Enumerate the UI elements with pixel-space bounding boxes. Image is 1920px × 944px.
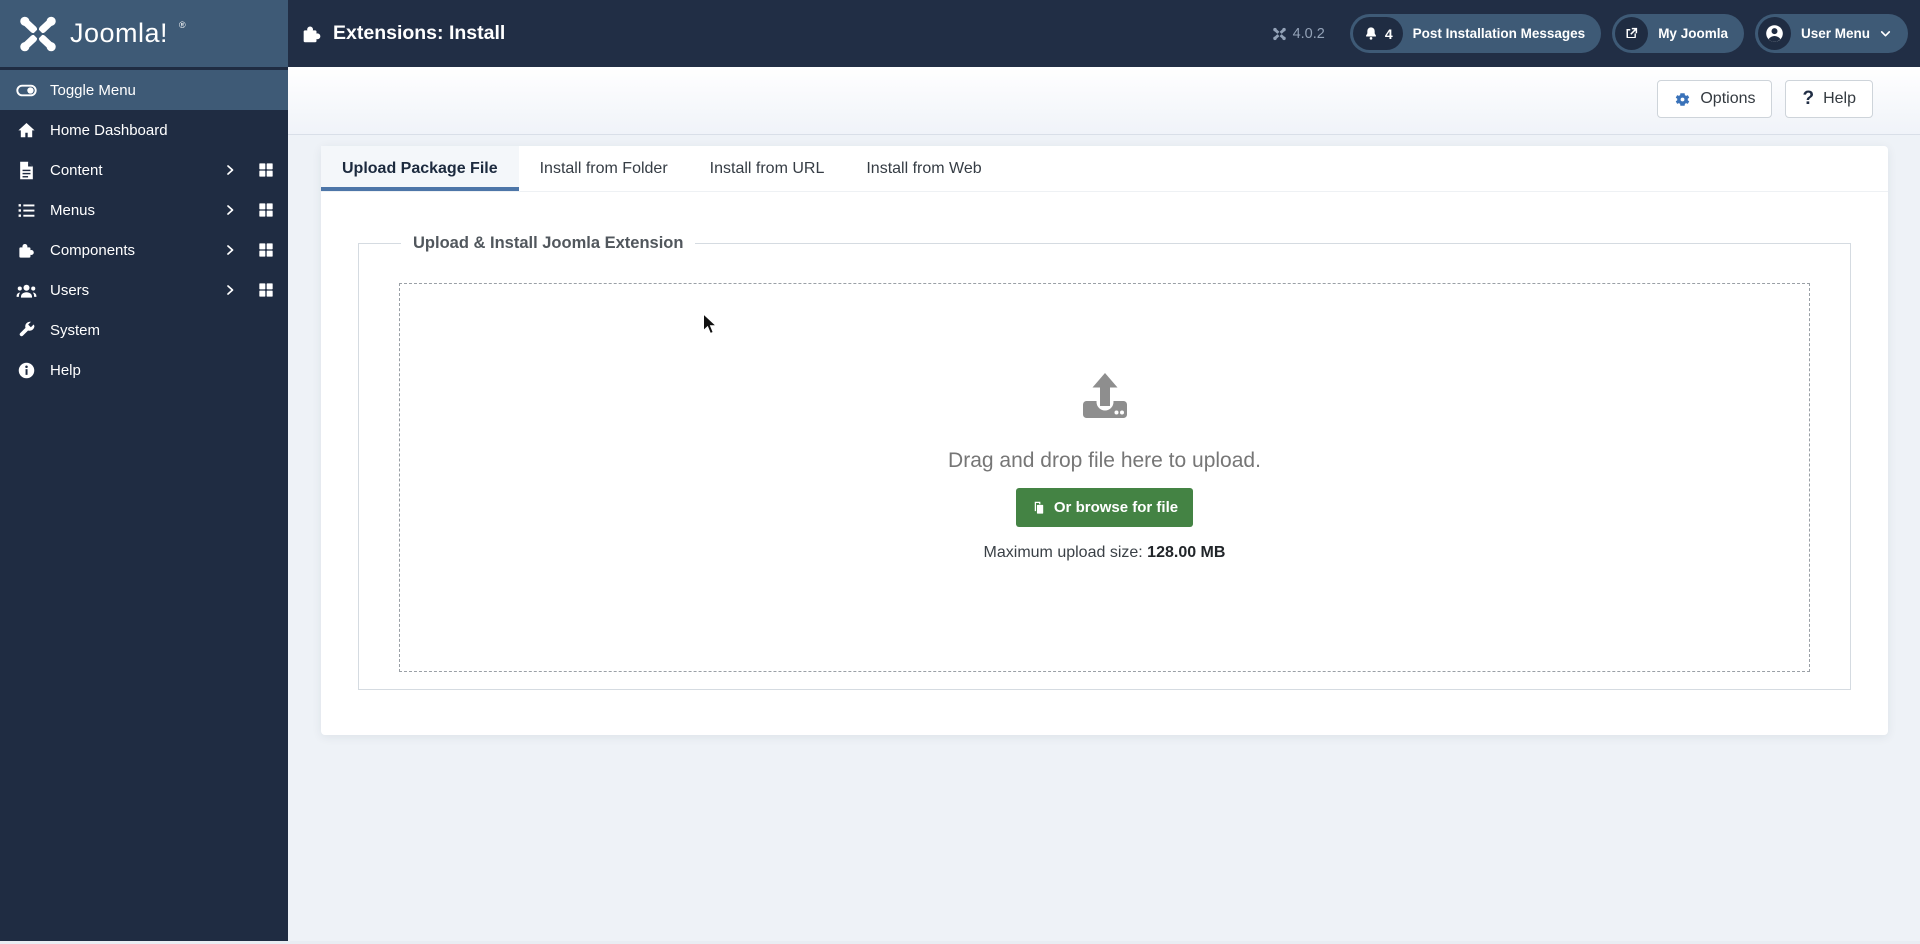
page-title: Extensions: Install — [333, 22, 506, 44]
upload-legend: Upload & Install Joomla Extension — [413, 234, 684, 252]
tab-upload-package-file[interactable]: Upload Package File — [321, 146, 519, 191]
tab-install-from-folder[interactable]: Install from Folder — [519, 146, 689, 191]
drag-drop-label: Drag and drop file here to upload. — [948, 449, 1261, 472]
list-icon — [14, 201, 38, 220]
install-card: Upload Package File Install from Folder … — [321, 146, 1888, 735]
puzzle-icon — [14, 241, 38, 260]
logo-text: Joomla! — [70, 18, 169, 48]
joomla-logo-icon — [16, 14, 60, 54]
sidebar-item-toggle-menu[interactable]: Toggle Menu — [0, 70, 288, 110]
user-menu-button[interactable]: User Menu — [1754, 14, 1908, 53]
dashboard-grid-icon[interactable] — [258, 162, 274, 178]
post-installation-messages-button[interactable]: 4 Post Installation Messages — [1349, 14, 1602, 53]
help-button[interactable]: ? Help — [1785, 80, 1873, 118]
install-tabs: Upload Package File Install from Folder … — [321, 146, 1888, 192]
upload-icon — [1078, 372, 1132, 422]
version-number: 4.0.2 — [1292, 25, 1325, 42]
my-joomla-button[interactable]: My Joomla — [1612, 14, 1744, 53]
sidebar-item-users[interactable]: Users — [0, 270, 288, 310]
sidebar-item-system[interactable]: System — [0, 310, 288, 350]
puzzle-icon — [300, 23, 322, 45]
tab-install-from-url[interactable]: Install from URL — [689, 146, 846, 191]
notification-count-badge: 4 — [1384, 25, 1393, 42]
dashboard-grid-icon[interactable] — [258, 202, 274, 218]
wrench-icon — [14, 321, 38, 340]
bell-icon — [1363, 26, 1379, 42]
chevron-right-icon[interactable] — [224, 243, 236, 257]
joomla-version: 4.0.2 — [1272, 26, 1325, 42]
chevron-right-icon[interactable] — [224, 283, 236, 297]
app-header: Joomla! ® Extensions: Install 4.0.2 4 Po… — [0, 0, 1920, 67]
home-icon — [14, 121, 38, 140]
users-icon — [14, 281, 38, 300]
file-icon — [14, 161, 38, 180]
info-icon — [14, 361, 38, 380]
sidebar: Toggle Menu Home Dashboard Content Menus… — [0, 67, 288, 941]
sidebar-item-components[interactable]: Components — [0, 230, 288, 270]
main-content: Options ? Help Upload Package File Insta… — [288, 67, 1920, 944]
max-upload-size: Maximum upload size: 128.00 MB — [983, 544, 1226, 561]
sidebar-item-content[interactable]: Content — [0, 150, 288, 190]
browse-for-file-button[interactable]: Or browse for file — [1015, 488, 1194, 527]
tab-install-from-web[interactable]: Install from Web — [845, 146, 1002, 191]
logo-registered-mark: ® — [179, 19, 186, 30]
chevron-right-icon[interactable] — [224, 203, 236, 217]
chevron-right-icon[interactable] — [224, 163, 236, 177]
toggle-icon — [14, 80, 38, 101]
sidebar-item-menus[interactable]: Menus — [0, 190, 288, 230]
joomla-mini-logo-icon — [1272, 27, 1287, 41]
user-circle-icon — [1764, 23, 1785, 44]
joomla-logo: Joomla! ® — [0, 0, 288, 67]
dashboard-grid-icon[interactable] — [258, 282, 274, 298]
toolbar: Options ? Help — [288, 67, 1920, 135]
chevron-down-icon — [1879, 27, 1892, 40]
drag-drop-zone[interactable]: Drag and drop file here to upload. Or br… — [399, 283, 1810, 672]
gear-icon — [1674, 91, 1691, 108]
copy-files-icon — [1031, 500, 1046, 516]
dashboard-grid-icon[interactable] — [258, 242, 274, 258]
external-link-icon — [1624, 26, 1639, 41]
max-upload-size-value: 128.00 MB — [1147, 544, 1226, 561]
sidebar-item-home-dashboard[interactable]: Home Dashboard — [0, 110, 288, 150]
options-button[interactable]: Options — [1657, 80, 1773, 118]
question-mark-icon: ? — [1802, 88, 1815, 109]
upload-fieldset: Upload & Install Joomla Extension Drag a… — [358, 234, 1851, 690]
sidebar-item-help[interactable]: Help — [0, 350, 288, 390]
